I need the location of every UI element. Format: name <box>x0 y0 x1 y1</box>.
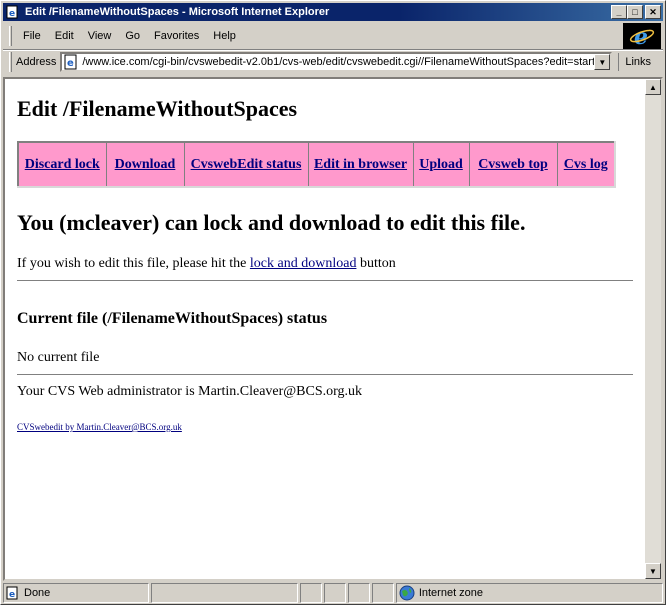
status-main: e Done <box>3 583 149 603</box>
download-link[interactable]: Download <box>115 157 176 172</box>
status-text: Done <box>24 587 51 599</box>
maximize-button[interactable]: □ <box>627 5 643 19</box>
title-bar[interactable]: e Edit /FilenameWithoutSpaces - Microsof… <box>3 3 663 21</box>
lock-and-download-link[interactable]: lock and download <box>250 256 357 271</box>
menu-edit[interactable]: Edit <box>48 30 81 42</box>
divider <box>17 280 633 282</box>
scroll-up-icon[interactable]: ▲ <box>645 79 661 95</box>
zone-text: Internet zone <box>418 587 484 599</box>
vertical-scrollbar[interactable]: ▲ ▼ <box>645 79 661 579</box>
nav-cell-discard-lock: Discard lock <box>17 141 107 188</box>
page-title: Edit /FilenameWithoutSpaces <box>17 96 298 121</box>
status-zone: Internet zone <box>395 583 663 603</box>
menu-help[interactable]: Help <box>206 30 243 42</box>
status-bar: e Done Internet zone <box>3 583 663 603</box>
cvswebedit-status-link[interactable]: CvswebEdit status <box>191 157 302 172</box>
globe-icon <box>399 585 415 601</box>
status-panel-c <box>347 583 370 603</box>
address-dropdown-icon[interactable]: ▼ <box>594 54 611 70</box>
links-button[interactable]: Links <box>618 53 651 71</box>
nav-cell-upload: Upload <box>412 141 470 188</box>
browser-window: e Edit /FilenameWithoutSpaces - Microsof… <box>0 0 666 605</box>
instruction-prefix: If you wish to edit this file, please hi… <box>17 256 247 271</box>
page-content: Edit /FilenameWithoutSpaces Discard lock… <box>5 79 645 579</box>
status-panel-progress <box>150 583 299 603</box>
action-nav-table: Discard lock Download CvswebEdit status … <box>17 141 616 188</box>
done-page-icon: e <box>6 586 20 600</box>
page-icon: e <box>63 54 79 70</box>
menu-file[interactable]: File <box>16 30 48 42</box>
nav-cell-edit-in-browser: Edit in browser <box>307 141 414 188</box>
nav-cell-cvswebedit-status: CvswebEdit status <box>183 141 309 188</box>
window-title: Edit /FilenameWithoutSpaces - Microsoft … <box>25 6 330 18</box>
address-grip[interactable] <box>9 52 12 72</box>
minimize-button[interactable]: _ <box>611 5 627 19</box>
address-input[interactable]: e /www.ice.com/cgi-bin/cvswebedit-v2.0b1… <box>60 52 613 72</box>
menu-bar: File Edit View Go Favorites Help <box>3 23 617 49</box>
svg-text:e: e <box>634 25 648 47</box>
status-panel-b <box>324 583 346 603</box>
edit-in-browser-link[interactable]: Edit in browser <box>314 157 407 172</box>
ie-throbber-icon: e <box>623 23 661 49</box>
address-label: Address <box>16 56 57 68</box>
no-current-file-text: No current file <box>17 350 100 365</box>
cvsweb-top-link[interactable]: Cvsweb top <box>478 157 548 172</box>
menu-favorites[interactable]: Favorites <box>147 30 206 42</box>
nav-cell-download: Download <box>105 141 185 188</box>
cvs-log-link[interactable]: Cvs log <box>564 157 608 172</box>
close-button[interactable]: ✕ <box>645 5 661 19</box>
menu-view[interactable]: View <box>81 30 119 42</box>
address-url: /www.ice.com/cgi-bin/cvswebedit-v2.0b1/c… <box>82 56 595 68</box>
discard-lock-link[interactable]: Discard lock <box>25 157 100 172</box>
divider <box>17 374 633 376</box>
admin-text: Your CVS Web administrator is Martin.Cle… <box>17 384 363 399</box>
instruction-text: If you wish to edit this file, please hi… <box>17 256 633 272</box>
nav-cell-cvs-log: Cvs log <box>556 141 616 188</box>
footer: CVSwebedit by Martin.Cleaver@BCS.org.uk <box>17 422 633 432</box>
upload-link[interactable]: Upload <box>419 157 463 172</box>
status-panel-a <box>300 583 323 603</box>
toolbar-grip[interactable] <box>9 26 12 46</box>
instruction-suffix: button <box>359 256 396 271</box>
address-bar: Address e /www.ice.com/cgi-bin/cvswebedi… <box>3 51 663 73</box>
svg-text:e: e <box>67 58 74 69</box>
ie-page-icon: e <box>5 5 21 19</box>
scroll-down-icon[interactable]: ▼ <box>645 563 661 579</box>
svg-text:e: e <box>9 9 15 19</box>
status-heading: Current file (/FilenameWithoutSpaces) st… <box>17 310 328 327</box>
status-panel-d <box>371 583 394 603</box>
svg-text:e: e <box>9 590 15 600</box>
content-viewport: Edit /FilenameWithoutSpaces Discard lock… <box>3 77 663 581</box>
lock-message: You (mcleaver) can lock and download to … <box>17 210 526 235</box>
footer-link[interactable]: CVSwebedit by Martin.Cleaver@BCS.org.uk <box>17 422 182 432</box>
menu-go[interactable]: Go <box>118 30 147 42</box>
nav-cell-cvsweb-top: Cvsweb top <box>468 141 558 188</box>
